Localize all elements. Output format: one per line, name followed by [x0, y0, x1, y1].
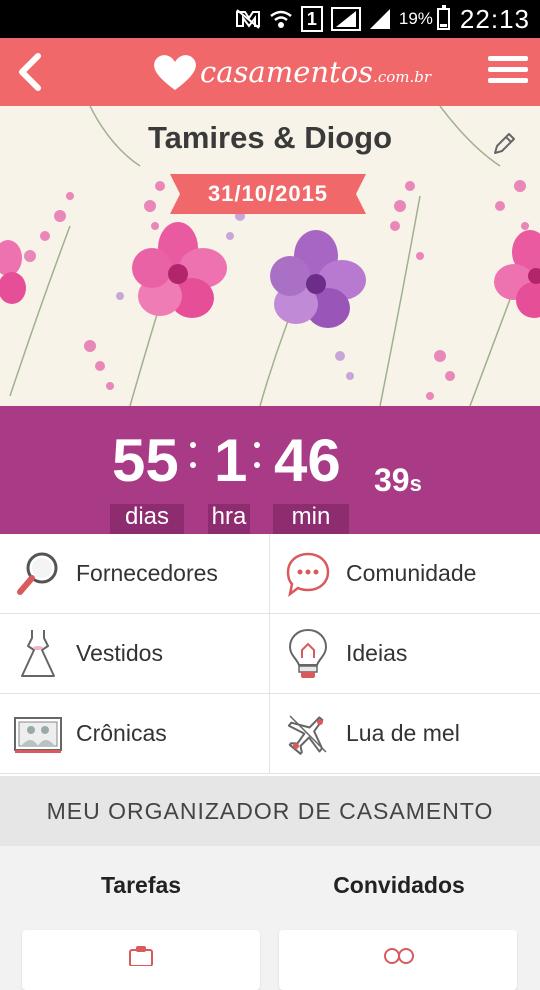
dress-icon: [12, 628, 64, 680]
countdown: 55 1 46 39s dias hra min: [0, 406, 540, 534]
hamburger-icon: [488, 56, 528, 83]
menu-item-label: Vestidos: [76, 640, 163, 666]
hero-banner: Tamires & Diogo 31/10/2015: [0, 106, 540, 406]
logo-domain: .com.br: [373, 68, 432, 86]
countdown-minutes: 46: [274, 427, 341, 494]
tasks-card[interactable]: [22, 930, 260, 990]
chevron-left-icon: [19, 53, 41, 91]
back-button[interactable]: [8, 48, 52, 96]
airplane-icon: [282, 708, 334, 760]
heart-icon: [154, 55, 196, 90]
menu-item-label: Crônicas: [76, 720, 167, 746]
chat-bubble-icon: [282, 548, 334, 600]
guests-icon: [384, 948, 414, 964]
menu-item-cronicas[interactable]: Crônicas: [0, 694, 270, 774]
pencil-icon[interactable]: [490, 130, 518, 158]
countdown-separator: [190, 442, 198, 482]
wedding-date: 31/10/2015: [207, 181, 329, 206]
logo-text: casamentos: [200, 55, 374, 89]
lightbulb-icon: [282, 628, 334, 680]
couple-names: Tamires & Diogo: [147, 120, 393, 155]
organizer-header: MEU ORGANIZADOR DE CASAMENTO: [0, 776, 540, 846]
sim-icon: 1: [300, 6, 323, 32]
wifi-icon: [269, 8, 293, 30]
signal-icon: [369, 8, 391, 30]
menu-item-lua-de-mel[interactable]: Lua de mel: [270, 694, 540, 774]
guests-card[interactable]: [279, 930, 517, 990]
magnifier-icon: [12, 548, 64, 600]
logo: casamentos .com.br: [152, 46, 431, 98]
menu-item-label: Lua de mel: [346, 720, 460, 746]
mute-icon: [235, 8, 261, 30]
countdown-days: 55: [112, 427, 179, 494]
countdown-hours: 1: [214, 427, 248, 494]
status-bar: 1 19% 22:13: [0, 0, 540, 38]
menu-item-vestidos[interactable]: Vestidos: [0, 614, 270, 694]
countdown-seconds-value: 39: [374, 462, 410, 498]
clock: 22:13: [459, 3, 530, 34]
countdown-seconds-unit: s: [409, 471, 422, 496]
countdown-hours-label: hra: [208, 504, 250, 534]
countdown-minutes-label: min: [273, 504, 349, 534]
menu-item-label: Fornecedores: [76, 560, 218, 586]
menu-item-label: Ideias: [346, 640, 408, 666]
countdown-seconds: 39s: [374, 462, 422, 499]
countdown-separator: [254, 442, 262, 482]
organizer-section: Tarefas Convidados: [0, 846, 540, 990]
menu-item-ideias[interactable]: Ideias: [270, 614, 540, 694]
tab-convidados[interactable]: Convidados: [264, 872, 534, 899]
countdown-days-label: dias: [110, 504, 184, 534]
menu-button[interactable]: [488, 50, 528, 94]
battery-icon: [436, 5, 450, 30]
photo-album-icon: [12, 708, 64, 760]
feature-grid: Fornecedores Comunidade Vestidos Ideias …: [0, 534, 540, 776]
app-bar: casamentos .com.br: [0, 38, 540, 106]
clipboard-icon: [129, 946, 153, 966]
battery-percent: 19%: [398, 9, 433, 28]
menu-item-label: Comunidade: [346, 560, 477, 586]
menu-item-comunidade[interactable]: Comunidade: [270, 534, 540, 614]
signal-icon: [330, 7, 361, 31]
menu-item-fornecedores[interactable]: Fornecedores: [0, 534, 270, 614]
tab-tarefas[interactable]: Tarefas: [6, 872, 276, 899]
